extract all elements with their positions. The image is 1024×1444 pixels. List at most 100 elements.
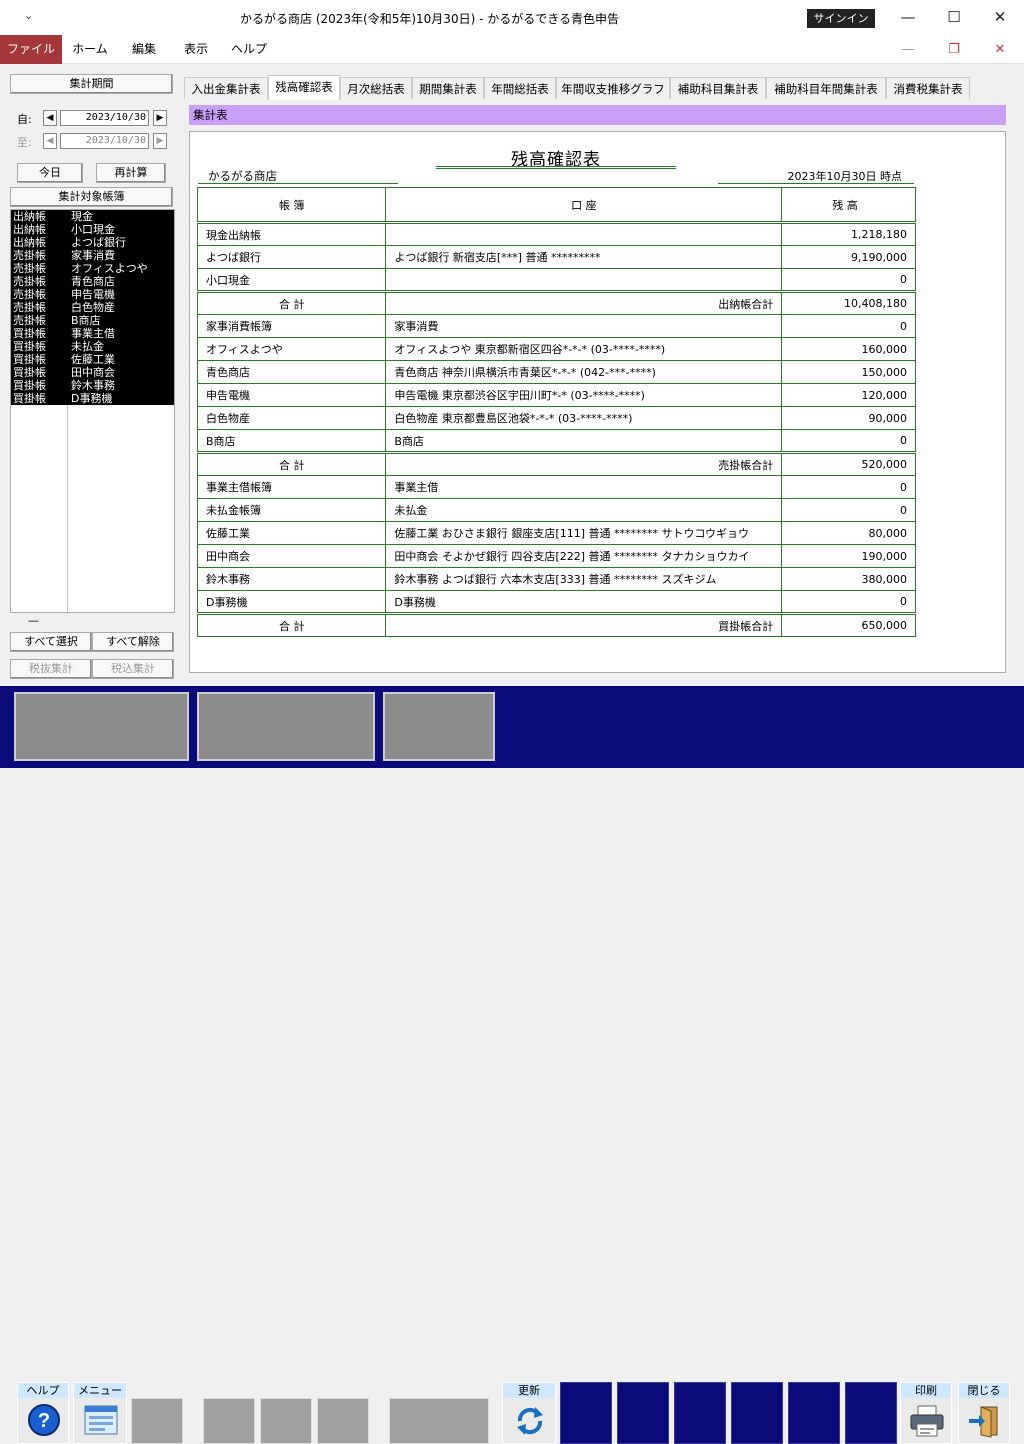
header-balance: 残 高 bbox=[781, 187, 916, 224]
tab-cashflow[interactable]: 入出金集計表 bbox=[184, 77, 268, 99]
to-prev-arrow-icon[interactable]: ◀ bbox=[43, 133, 57, 149]
to-next-arrow-icon[interactable]: ▶ bbox=[153, 133, 167, 149]
list-item[interactable]: 出納帳 よつば銀行 bbox=[11, 236, 174, 249]
ledger-list[interactable]: 出納帳 現金 出納帳 小口現金 出納帳 よつば銀行 売掛帳 家事消費 売掛帳 オフィスよつや 売掛帳… bbox=[10, 209, 175, 614]
menu-home[interactable]: ホーム bbox=[66, 35, 114, 64]
table-row[interactable]: 田中商会 田中商会 そよかぜ銀行 四谷支店[222] 普通 ******** タナ… bbox=[196, 544, 916, 568]
list-item[interactable]: 売掛帳 申告電機 bbox=[11, 288, 174, 301]
doc-minimize-button[interactable]: — bbox=[888, 38, 928, 62]
ledger-type: 買掛帳 bbox=[13, 327, 46, 340]
table-row[interactable]: D事務機 D事務機 0 bbox=[196, 590, 916, 614]
list-item[interactable]: 売掛帳 B商店 bbox=[11, 314, 174, 327]
table-row[interactable]: 小口現金 0 bbox=[196, 268, 916, 292]
list-item[interactable]: 買掛帳 佐藤工業 bbox=[11, 353, 174, 366]
book-cell: D事務機 bbox=[196, 590, 387, 614]
table-row[interactable]: 事業主借帳簿 事業主借 0 bbox=[196, 475, 916, 499]
table-row[interactable]: 佐藤工業 佐藤工業 おひさま銀行 銀座支店[111] 普通 ******** サト… bbox=[196, 521, 916, 545]
total-label: 合 計 bbox=[196, 290, 387, 315]
list-item[interactable]: 出納帳 小口現金 bbox=[11, 223, 174, 236]
list-item[interactable]: 買掛帳 鈴木事務 bbox=[11, 379, 174, 392]
table-row[interactable]: 青色商店 青色商店 神奈川県横浜市青葉区*-*-* (042-***-****) 1… bbox=[196, 360, 916, 384]
menu-edit[interactable]: 編集 bbox=[124, 35, 164, 64]
select-all-button[interactable]: すべて選択 bbox=[10, 632, 92, 652]
from-date-field[interactable]: 2023/10/30 bbox=[60, 110, 149, 126]
table-row[interactable]: よつば銀行 よつば銀行 新宿支店[***] 普通 ********* 9,190,0… bbox=[196, 245, 916, 269]
help-button[interactable]: ヘルプ ? bbox=[17, 1382, 69, 1444]
bottom-toolbar: ヘルプ ? メニュー 更新 印刷 閉じる bbox=[0, 686, 1024, 1444]
menu-help[interactable]: ヘルプ bbox=[226, 35, 272, 64]
maximize-button[interactable]: ☐ bbox=[934, 4, 974, 30]
system-menu-icon[interactable]: ⌄ bbox=[24, 9, 33, 22]
book-cell: B商店 bbox=[196, 429, 387, 453]
tax-excluded-button[interactable]: 税抜集計 bbox=[10, 659, 92, 679]
close-app-button[interactable]: 閉じる bbox=[958, 1382, 1010, 1444]
list-item[interactable]: 売掛帳 青色商店 bbox=[11, 275, 174, 288]
list-item[interactable]: 売掛帳 オフィスよつや bbox=[11, 262, 174, 275]
ledger-name: B商店 bbox=[71, 314, 101, 327]
tab-balance[interactable]: 残高確認表 bbox=[268, 75, 340, 100]
list-item[interactable]: 売掛帳 家事消費 bbox=[11, 249, 174, 262]
list-item[interactable]: 買掛帳 田中商会 bbox=[11, 366, 174, 379]
minimize-button[interactable]: — bbox=[888, 4, 928, 30]
menu-icon bbox=[84, 1405, 118, 1435]
doc-restore-button[interactable]: ❐ bbox=[934, 38, 974, 62]
menu-view[interactable]: 表示 bbox=[176, 35, 216, 64]
ledger-name: 申告電機 bbox=[71, 288, 115, 301]
table-row[interactable]: 申告電機 申告電機 東京都渋谷区宇田川町*-* (03-****-****) 120… bbox=[196, 383, 916, 407]
ledger-name: オフィスよつや bbox=[71, 262, 148, 275]
account-cell bbox=[385, 222, 783, 246]
tab-monthly[interactable]: 月次総括表 bbox=[340, 77, 412, 99]
table-row[interactable]: 白色物産 白色物産 東京都豊島区池袋*-*-* (03-****-****) 90,… bbox=[196, 406, 916, 430]
signin-button[interactable]: サインイン bbox=[807, 9, 875, 28]
help-label: ヘルプ bbox=[18, 1383, 68, 1398]
table-row[interactable]: 家事消費帳簿 家事消費 0 bbox=[196, 314, 916, 338]
tab-annual-graph[interactable]: 年間収支推移グラフ bbox=[556, 77, 670, 99]
menu-button[interactable]: メニュー bbox=[73, 1382, 127, 1444]
account-cell: 事業主借 bbox=[385, 475, 783, 499]
empty-slot bbox=[317, 1398, 369, 1444]
list-item[interactable]: 買掛帳 未払金 bbox=[11, 340, 174, 353]
list-item[interactable]: 買掛帳 D事務機 bbox=[11, 392, 174, 405]
list-item[interactable]: 売掛帳 白色物産 bbox=[11, 301, 174, 314]
from-next-arrow-icon[interactable]: ▶ bbox=[153, 110, 167, 126]
doc-close-button[interactable]: ✕ bbox=[980, 38, 1020, 62]
balance-table: 帳 簿 口 座 残 高 現金出納帳 1,218,180 よつば銀行 よつば銀行 新宿支… bbox=[196, 187, 916, 637]
table-row[interactable]: オフィスよつや オフィスよつや 東京都新宿区四谷*-*-* (03-****-**… bbox=[196, 337, 916, 361]
recalc-button[interactable]: 再計算 bbox=[96, 163, 166, 183]
close-button[interactable]: ✕ bbox=[980, 4, 1020, 30]
table-row[interactable]: B商店 B商店 0 bbox=[196, 429, 916, 453]
empty-slot bbox=[131, 1398, 183, 1444]
book-cell: 白色物産 bbox=[196, 406, 387, 430]
tab-annual[interactable]: 年間総括表 bbox=[484, 77, 556, 99]
tab-subaccount-annual[interactable]: 補助科目年間集計表 bbox=[766, 77, 886, 99]
help-icon: ? bbox=[28, 1404, 60, 1436]
balance-cell: 1,218,180 bbox=[781, 222, 916, 246]
from-prev-arrow-icon[interactable]: ◀ bbox=[43, 110, 57, 126]
to-date-field[interactable]: 2023/10/30 bbox=[60, 133, 149, 149]
table-row[interactable]: 鈴木事務 鈴木事務 よつば銀行 六本木支店[333] 普通 ******** スズ… bbox=[196, 567, 916, 591]
ledger-name: 青色商店 bbox=[71, 275, 115, 288]
total-amount: 10,408,180 bbox=[781, 290, 916, 315]
today-button[interactable]: 今日 bbox=[17, 163, 83, 183]
account-cell: 田中商会 そよかぜ銀行 四谷支店[222] 普通 ******** タナカショウ… bbox=[385, 544, 783, 568]
tax-included-button[interactable]: 税込集計 bbox=[92, 659, 174, 679]
as-of-underline bbox=[718, 183, 914, 184]
account-cell: 鈴木事務 よつば銀行 六本木支店[333] 普通 ******** スズキジム bbox=[385, 567, 783, 591]
tab-consumption-tax[interactable]: 消費税集計表 bbox=[886, 77, 970, 99]
menu-file[interactable]: ファイル bbox=[0, 35, 62, 64]
list-item[interactable]: 出納帳 現金 bbox=[11, 210, 174, 223]
account-cell: 申告電機 東京都渋谷区宇田川町*-* (03-****-****) bbox=[385, 383, 783, 407]
balance-cell: 9,190,000 bbox=[781, 245, 916, 269]
table-row[interactable]: 現金出納帳 1,218,180 bbox=[196, 222, 916, 246]
account-cell bbox=[385, 268, 783, 292]
tab-period[interactable]: 期間集計表 bbox=[412, 77, 484, 99]
tab-subaccount[interactable]: 補助科目集計表 bbox=[670, 77, 766, 99]
print-button[interactable]: 印刷 bbox=[900, 1382, 952, 1444]
deselect-all-button[interactable]: すべて解除 bbox=[92, 632, 174, 652]
toolbar-group-2 bbox=[197, 692, 375, 761]
total-label: 合 計 bbox=[196, 612, 387, 637]
table-row[interactable]: 未払金帳簿 未払金 0 bbox=[196, 498, 916, 522]
update-button[interactable]: 更新 bbox=[502, 1382, 556, 1444]
list-item[interactable]: 買掛帳 事業主借 bbox=[11, 327, 174, 340]
window-title: かるがる商店 (2023年(令和5年)10月30日) - かるがるできる青色申告 bbox=[240, 12, 619, 26]
